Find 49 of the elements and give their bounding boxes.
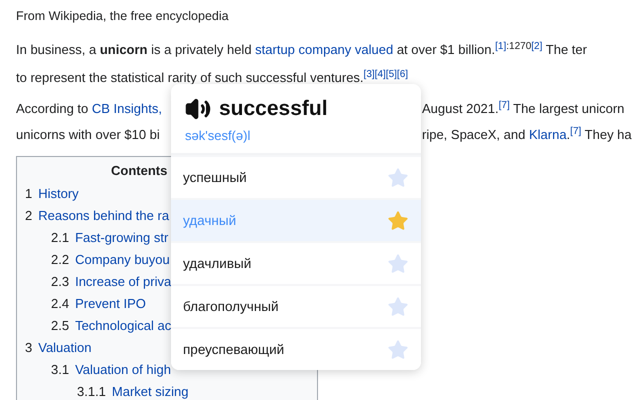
section-number: 3.1: [51, 361, 70, 379]
section-number: 2.1: [51, 229, 70, 247]
paragraph-line: August 2021.$^{[7]}$ The largest unicorn: [422, 101, 624, 116]
translation-item[interactable]: благополучный: [171, 284, 421, 327]
tagline: From Wikipedia, the free encyclopedia: [16, 8, 230, 25]
section-number: 2.4: [51, 295, 70, 313]
section-number: 3: [25, 339, 32, 357]
toc-link[interactable]: Technological ac: [75, 315, 172, 337]
paragraph-line: unicorns with over $10 bi: [16, 127, 160, 142]
footnote-link[interactable]: [5]: [386, 69, 397, 80]
footnote-link[interactable]: [7]: [570, 126, 582, 137]
footnote-link[interactable]: [7]: [498, 100, 510, 111]
toc-link[interactable]: Valuation of high: [75, 359, 171, 381]
toc-link[interactable]: Prevent IPO: [75, 293, 146, 315]
footnote-link[interactable]: [6]: [396, 69, 408, 80]
star-icon[interactable]: [387, 166, 409, 188]
paragraph-line: According to CB Insights,: [16, 101, 162, 116]
toc-link[interactable]: Valuation: [38, 337, 92, 359]
toc-link[interactable]: History: [38, 183, 79, 205]
section-number: 3.1.1: [77, 383, 106, 400]
toc-link[interactable]: Fast-growing str: [75, 227, 168, 249]
article-link[interactable]: startup company valued: [255, 42, 394, 57]
translation-item[interactable]: удачливый: [171, 241, 421, 284]
star-icon[interactable]: [387, 338, 409, 360]
star-icon[interactable]: [387, 210, 409, 232]
transcription: sək'sesf(ə)l: [185, 128, 250, 143]
headword: successful: [219, 97, 328, 121]
footnote-link[interactable]: [2]: [531, 41, 542, 52]
toc-link[interactable]: Reasons behind the ra: [38, 205, 170, 227]
speaker-icon[interactable]: [185, 96, 211, 122]
article-link[interactable]: Klarna: [528, 127, 567, 142]
footnote-link[interactable]: [4]: [374, 69, 386, 80]
toc-link[interactable]: Market sizing: [112, 381, 188, 400]
toc-link[interactable]: Company buyou: [75, 249, 170, 271]
footnote-link[interactable]: [1]: [495, 41, 506, 52]
section-number: 2.3: [51, 273, 70, 291]
translation-item[interactable]: преуспевающий: [171, 327, 421, 370]
footnote-link[interactable]: [3]: [364, 69, 375, 80]
paragraph-line: ripe, SpaceX, and Klarna.$^{[7]}$ They ha: [422, 127, 632, 142]
star-icon[interactable]: [387, 296, 409, 318]
section-number: 2: [25, 207, 32, 225]
section-number: 2.5: [51, 317, 70, 335]
translation-item[interactable]: успешный: [171, 155, 421, 198]
star-icon[interactable]: [387, 252, 409, 274]
section-number: 2.2: [51, 251, 70, 269]
article-link[interactable]: CB Insights,: [92, 101, 162, 116]
contents-title: Contents: [111, 162, 168, 180]
toc-link[interactable]: Increase of priva: [75, 271, 172, 293]
section-number: 1: [25, 185, 32, 203]
